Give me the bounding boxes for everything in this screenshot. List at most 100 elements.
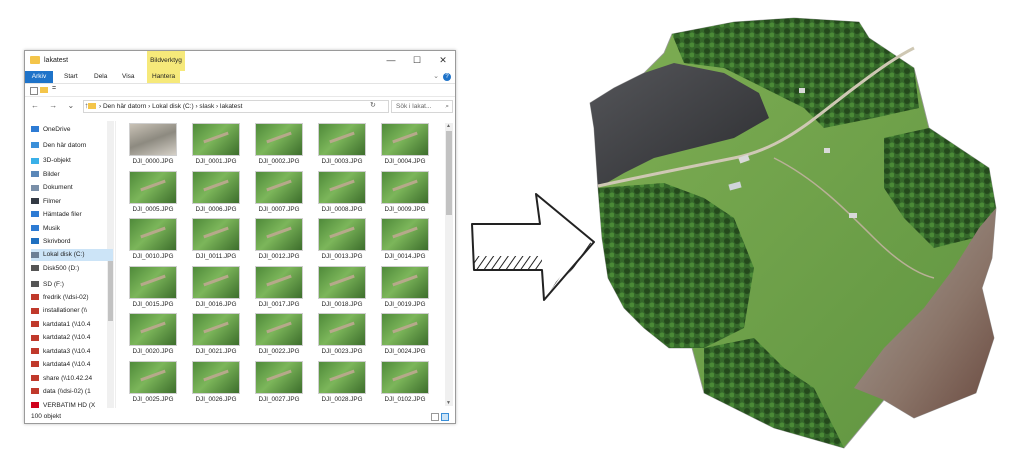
file-item[interactable]: DJI_0007.JPG (247, 170, 307, 217)
folder-icon (88, 103, 96, 110)
file-item[interactable]: DJI_0014.JPG (373, 218, 433, 264)
sidebar-item[interactable]: kartdata3 (\\10.4 (31, 346, 113, 358)
network-drive-icon (31, 388, 39, 395)
sidebar-item[interactable]: kartdata2 (\\10.4 (31, 332, 113, 344)
sidebar-item-label: Bilder (43, 170, 60, 178)
properties-icon[interactable] (30, 87, 38, 95)
close-button[interactable]: ✕ (437, 55, 449, 66)
image-thumbnail (255, 123, 303, 156)
image-thumbnail (192, 218, 240, 251)
file-item[interactable]: DJI_0028.JPG (310, 360, 370, 407)
sidebar-item[interactable]: 3D-objekt (31, 155, 113, 167)
file-item[interactable]: DJI_0027.JPG (247, 360, 307, 407)
file-item[interactable]: DJI_0026.JPG (184, 360, 244, 407)
file-explorer-window: lakatest Bildverktyg — ☐ ✕ Arkiv Start D… (24, 50, 456, 424)
refresh-icon[interactable]: ↻ (370, 101, 376, 109)
file-name: DJI_0016.JPG (195, 300, 237, 308)
file-item[interactable]: DJI_0016.JPG (184, 265, 244, 312)
tab-arkiv[interactable]: Arkiv (25, 71, 53, 83)
network-drive-icon (31, 334, 39, 341)
sidebar-item[interactable]: Dokument (31, 182, 113, 194)
sidebar-item[interactable]: VERBATIM HD (X (31, 400, 113, 412)
file-item[interactable]: DJI_0001.JPG (184, 123, 244, 169)
file-item[interactable]: DJI_0019.JPG (373, 265, 433, 312)
file-scrollbar[interactable]: ▲ ▼ (445, 123, 453, 406)
sidebar-item[interactable]: SD (F:) (31, 279, 113, 291)
file-item[interactable]: DJI_0008.JPG (310, 170, 370, 217)
navigation-pane: OneDrive Den här datorn 3D-objekt Bilder Dok… (25, 121, 116, 409)
scroll-up-icon[interactable]: ▲ (446, 123, 451, 129)
sidebar-item[interactable]: kartdata4 (\\10.4 (31, 359, 113, 371)
new-folder-icon[interactable] (40, 87, 48, 93)
ribbon-tabs: Arkiv Start Dela Visa Hantera ⌄ ? (25, 71, 455, 84)
file-item[interactable]: DJI_0025.JPG (121, 360, 181, 407)
network-drive-icon (31, 374, 39, 381)
file-item[interactable]: DJI_0000.JPG (121, 123, 181, 169)
pictures-icon (31, 171, 39, 178)
sidebar-item[interactable]: data (\\dsi-02) (1 (31, 386, 113, 398)
sidebar-item[interactable]: Disk500 (D:) (31, 263, 113, 275)
file-item[interactable]: DJI_0013.JPG (310, 218, 370, 264)
details-view-icon[interactable] (431, 413, 439, 421)
sidebar-item[interactable]: installationer (\\ (31, 305, 113, 317)
tab-hantera[interactable]: Hantera (147, 71, 181, 83)
search-input[interactable]: Sök i lakat... ⌕ (391, 100, 453, 113)
file-item[interactable]: DJI_0012.JPG (247, 218, 307, 264)
sidebar-item-label: Dokument (43, 184, 73, 192)
tab-visa[interactable]: Visa (117, 71, 140, 83)
sidebar-item[interactable]: fredrik (\\dsi-02) (31, 292, 113, 304)
image-thumbnail (129, 218, 177, 251)
file-item[interactable]: DJI_0003.JPG (310, 123, 370, 169)
file-item[interactable]: DJI_0102.JPG (373, 360, 433, 407)
sidebar-item[interactable]: Bilder (31, 169, 113, 181)
file-item[interactable]: DJI_0015.JPG (121, 265, 181, 312)
breadcrumb: › Den här datorn › Lokal disk (C:) › sla… (99, 103, 243, 110)
file-item[interactable]: DJI_0021.JPG (184, 313, 244, 359)
tab-dela[interactable]: Dela (89, 71, 112, 83)
file-item[interactable]: DJI_0024.JPG (373, 313, 433, 359)
file-item[interactable]: DJI_0020.JPG (121, 313, 181, 359)
help-icon[interactable]: ? (443, 73, 451, 81)
file-item[interactable]: DJI_0009.JPG (373, 170, 433, 217)
file-name: DJI_0019.JPG (384, 300, 426, 308)
building (799, 88, 805, 93)
sidebar-item[interactable]: share (\\10.42.24 (31, 373, 113, 385)
image-thumbnail (318, 265, 366, 299)
sidebar-item-label: Lokal disk (C:) (43, 251, 85, 259)
network-drive-icon (31, 348, 39, 355)
scroll-down-icon[interactable]: ▼ (446, 400, 451, 406)
sidebar-item[interactable]: Skrivbord (31, 236, 113, 248)
file-item[interactable]: DJI_0006.JPG (184, 170, 244, 217)
file-name: DJI_0023.JPG (321, 348, 363, 355)
file-item[interactable]: DJI_0017.JPG (247, 265, 307, 312)
file-name: DJI_0000.JPG (132, 158, 174, 165)
file-name: DJI_0001.JPG (195, 158, 237, 165)
sidebar-item[interactable]: OneDrive (31, 124, 113, 136)
file-item[interactable]: DJI_0010.JPG (121, 218, 181, 264)
file-item[interactable]: DJI_0011.JPG (184, 218, 244, 264)
address-bar-row: ← → ⌄ ↑ › Den här datorn › Lokal disk (C… (25, 97, 455, 115)
file-item[interactable]: DJI_0018.JPG (310, 265, 370, 312)
sidebar-item[interactable]: Den här datorn (31, 140, 113, 152)
sidebar-item[interactable]: Lokal disk (C:) (31, 249, 113, 262)
sidebar-item[interactable]: kartdata1 (\\10.4 (31, 319, 113, 331)
file-name: DJI_0012.JPG (258, 253, 300, 260)
file-item[interactable]: DJI_0023.JPG (310, 313, 370, 359)
file-name: DJI_0005.JPG (132, 205, 174, 213)
address-bar[interactable]: › Den här datorn › Lokal disk (C:) › sla… (83, 100, 389, 113)
sidebar-item[interactable]: Musik (31, 223, 113, 235)
thumbnail-view-icon[interactable] (441, 413, 449, 421)
file-item[interactable]: DJI_0002.JPG (247, 123, 307, 169)
maximize-button[interactable]: ☐ (411, 55, 423, 66)
minimize-button[interactable]: — (385, 55, 397, 66)
file-item[interactable]: DJI_0022.JPG (247, 313, 307, 359)
sidebar-item[interactable]: Filmer (31, 196, 113, 208)
ribbon-expand-icon[interactable]: ⌄ (433, 72, 439, 80)
file-item[interactable]: DJI_0005.JPG (121, 170, 181, 217)
tab-start[interactable]: Start (59, 71, 83, 83)
scrollbar-thumb[interactable] (446, 131, 452, 215)
customize-toolbar-icon[interactable]: = (52, 85, 56, 92)
sidebar-item-label: installationer (\\ (43, 307, 88, 315)
sidebar-item[interactable]: Hämtade filer (31, 209, 113, 221)
file-item[interactable]: DJI_0004.JPG (373, 123, 433, 169)
